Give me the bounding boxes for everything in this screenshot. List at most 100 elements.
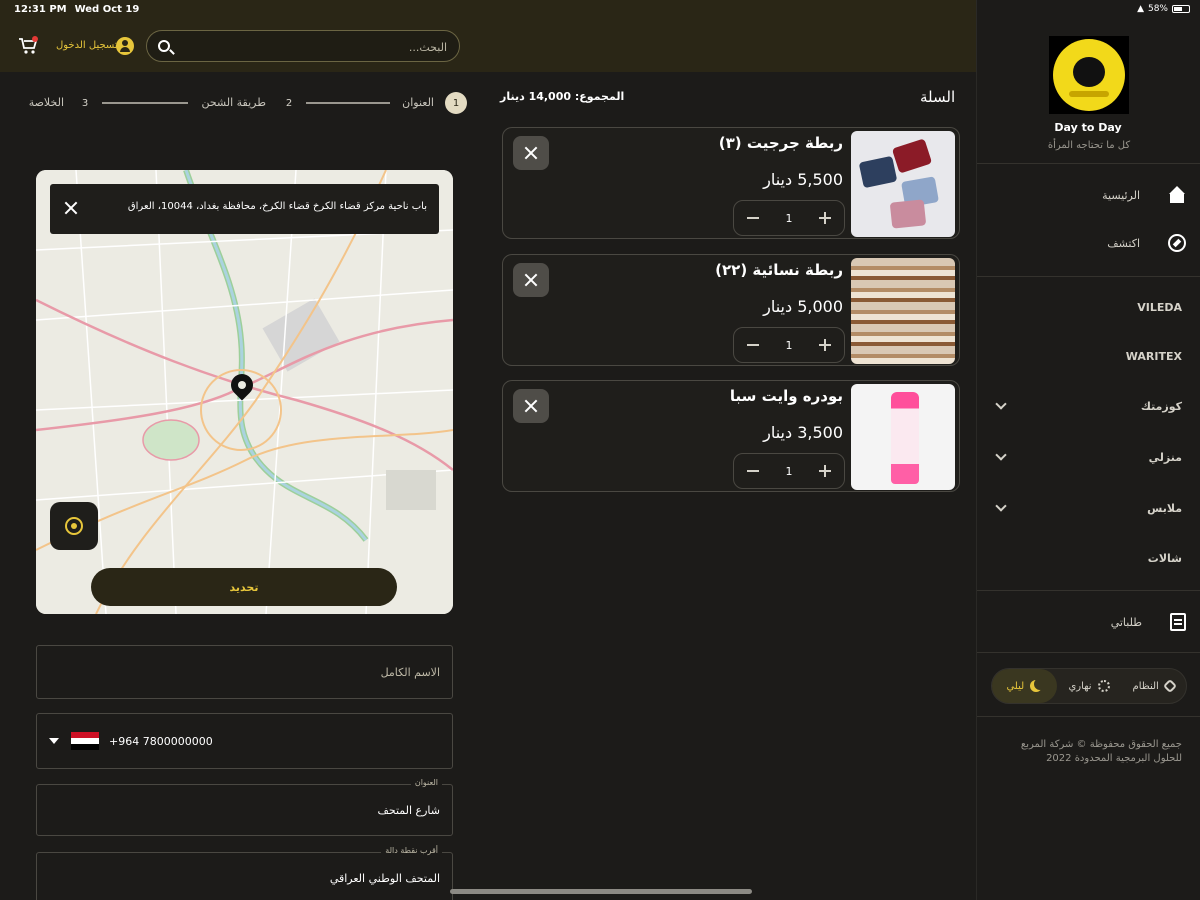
dropdown-arrow-icon[interactable]: [49, 738, 59, 744]
sidebar-category-vileda[interactable]: VILEDA: [991, 292, 1182, 322]
close-icon[interactable]: [64, 201, 78, 215]
close-icon: [524, 146, 538, 160]
moon-icon: [1030, 680, 1042, 692]
search-icon[interactable]: [158, 40, 170, 52]
minus-icon[interactable]: [746, 338, 760, 352]
quantity-stepper[interactable]: 1: [733, 200, 845, 236]
sidebar-item-home[interactable]: الرئيسية: [991, 175, 1186, 215]
chevron-down-icon[interactable]: [995, 449, 1007, 461]
user-icon[interactable]: [116, 37, 134, 55]
address-banner: باب ناحية مركز قضاء الكرخ قضاء الكرخ، مح…: [50, 184, 439, 234]
theme-toggle[interactable]: ليلي نهاري النظام: [991, 668, 1187, 704]
iraq-flag-icon[interactable]: [71, 732, 99, 750]
address-field[interactable]: العنوان: [36, 778, 453, 836]
step-label-address[interactable]: العنوان: [402, 96, 434, 109]
product-image[interactable]: [851, 384, 955, 490]
status-date: Wed Oct 19: [74, 4, 140, 15]
fullname-field[interactable]: [36, 645, 453, 699]
cart-item: بودره وايت سبا 3,500 دينار 1: [502, 380, 960, 492]
phone-input[interactable]: [109, 714, 440, 768]
sidebar-divider: [977, 716, 1200, 717]
cart-total: المجموع: 14,000 دينار: [500, 90, 624, 103]
phone-field[interactable]: [36, 713, 453, 769]
locate-me-button[interactable]: [50, 502, 98, 550]
remove-item-button[interactable]: [513, 136, 549, 170]
sidebar-category-clothes[interactable]: ملابس: [991, 493, 1182, 523]
step-label-summary[interactable]: الخلاصة: [29, 96, 64, 109]
step-number[interactable]: 1: [445, 92, 467, 114]
quantity-value: 1: [785, 338, 793, 352]
product-image[interactable]: [851, 258, 955, 364]
map-card[interactable]: باب ناحية مركز قضاء الكرخ قضاء الكرخ، مح…: [36, 170, 453, 614]
remove-item-button[interactable]: [513, 263, 549, 297]
theme-option-light[interactable]: نهاري: [1057, 669, 1122, 703]
fullname-input[interactable]: [49, 646, 440, 698]
plus-icon[interactable]: [818, 464, 832, 478]
brand-tagline: كل ما تحتاجه المرأة: [1047, 140, 1131, 151]
step-number[interactable]: 2: [278, 92, 300, 114]
search-input[interactable]: [181, 37, 447, 57]
sidebar-divider: [977, 163, 1200, 164]
cart-badge: [32, 36, 38, 42]
sun-logo-icon: [1057, 43, 1121, 107]
search-box[interactable]: [146, 30, 460, 62]
product-image[interactable]: [851, 131, 955, 237]
minus-icon[interactable]: [746, 464, 760, 478]
address-text: باب ناحية مركز قضاء الكرخ قضاء الكرخ، مح…: [127, 201, 427, 212]
home-indicator[interactable]: [450, 889, 752, 894]
confirm-location-button[interactable]: تحديد: [91, 568, 397, 606]
cart-item: ربطة جرجيت (٣) 5,500 دينار 1: [502, 127, 960, 239]
quantity-stepper[interactable]: 1: [733, 327, 845, 363]
category-label: شالات: [1147, 551, 1182, 565]
landmark-input[interactable]: [49, 853, 440, 900]
chevron-down-icon[interactable]: [995, 500, 1007, 512]
address-input[interactable]: [49, 785, 440, 835]
quantity-value: 1: [785, 464, 793, 478]
category-label: ملابس: [1147, 501, 1182, 515]
sidebar-category-shawls[interactable]: شالات: [991, 543, 1182, 573]
product-price: 3,500 دينار: [763, 423, 843, 442]
sidebar-divider: [977, 652, 1200, 653]
chevron-down-icon[interactable]: [995, 398, 1007, 410]
minus-icon[interactable]: [746, 211, 760, 225]
system-theme-icon: [1162, 678, 1177, 694]
step-number[interactable]: 3: [74, 92, 96, 114]
total-value: 14,000 دينار: [500, 90, 572, 103]
quantity-stepper[interactable]: 1: [733, 453, 845, 489]
theme-label: نهاري: [1068, 680, 1092, 692]
plus-icon[interactable]: [818, 211, 832, 225]
product-name: بودره وايت سبا: [729, 387, 843, 405]
theme-option-system[interactable]: النظام: [1121, 669, 1186, 703]
checkout-steps: 1 العنوان 2 طريقة الشحن 3 الخلاصة: [20, 92, 468, 114]
sidebar-category-waritex[interactable]: WARITEX: [991, 341, 1182, 371]
category-label: VILEDA: [1137, 300, 1182, 314]
sidebar: ▲ 58% Day to Day كل ما تحتاجه المرأة الر…: [976, 0, 1200, 900]
sidebar-item-discover[interactable]: اكتشف: [991, 223, 1186, 263]
sidebar-divider: [977, 590, 1200, 591]
sidebar-category-cosmetics[interactable]: كوزمتك: [991, 391, 1182, 421]
locate-icon: [65, 517, 83, 535]
step-connector: [102, 102, 188, 104]
sidebar-item-orders[interactable]: طلباتي: [991, 602, 1186, 642]
step-connector: [306, 102, 390, 104]
landmark-field[interactable]: أقرب نقطة دالة: [36, 846, 453, 900]
product-name: ربطة نسائية (٢٢): [715, 261, 843, 279]
cart-item: ربطة نسائية (٢٢) 5,000 دينار 1: [502, 254, 960, 366]
login-link[interactable]: تسجيل الدخول: [56, 40, 118, 51]
copyright-text: جميع الحقوق محفوظة © شركة المربع للحلول …: [1020, 739, 1182, 764]
quantity-value: 1: [785, 211, 793, 225]
theme-option-dark[interactable]: ليلي: [992, 669, 1057, 703]
step-label-shipping[interactable]: طريقة الشحن: [201, 96, 266, 109]
brand-logo[interactable]: [1049, 36, 1129, 114]
sidebar-item-label: طلباتي: [1110, 615, 1142, 629]
remove-item-button[interactable]: [513, 389, 549, 423]
wifi-icon: ▲: [1137, 4, 1144, 14]
orders-icon: [1170, 613, 1186, 631]
plus-icon[interactable]: [818, 338, 832, 352]
theme-label: النظام: [1132, 680, 1159, 692]
sidebar-category-home-goods[interactable]: منزلي: [991, 442, 1182, 472]
category-label: كوزمتك: [1140, 399, 1182, 413]
product-price: 5,500 دينار: [763, 170, 843, 189]
sun-icon: [1097, 680, 1110, 692]
close-icon: [524, 399, 538, 413]
